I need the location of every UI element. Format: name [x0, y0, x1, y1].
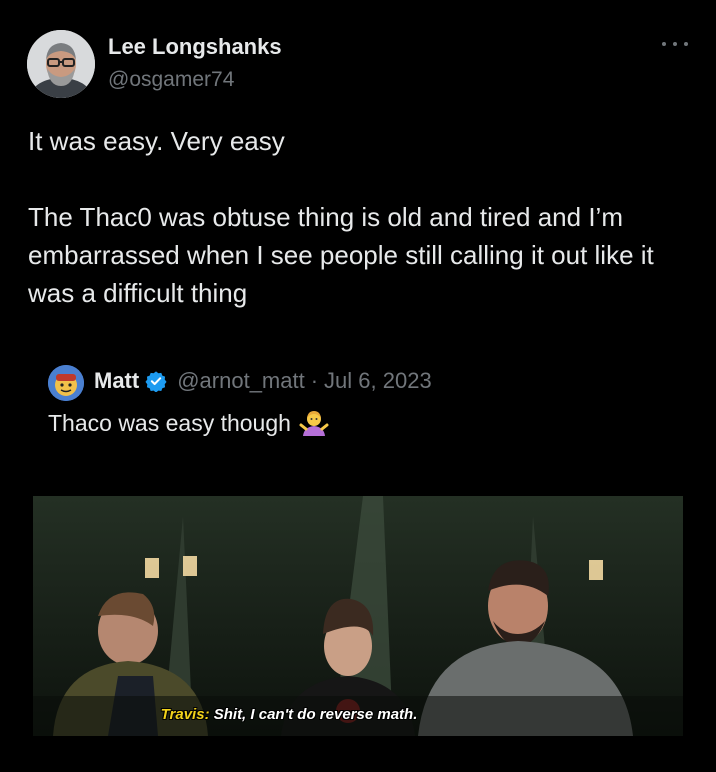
video-still-image — [33, 496, 683, 736]
author-avatar[interactable] — [27, 30, 95, 98]
quoted-author-avatar[interactable] — [48, 365, 84, 401]
quoted-date[interactable]: Jul 6, 2023 — [324, 368, 432, 393]
video-subtitle: Travis: Shit, I can't do reverse math. — [33, 706, 545, 723]
quoted-body: Thaco was easy though — [48, 408, 329, 438]
quoted-meta: @arnot_matt · Jul 6, 2023 — [177, 368, 431, 394]
author-display-name[interactable]: Lee Longshanks — [108, 34, 282, 60]
tweet-card: Lee Longshanks @osgamer74 It was easy. V… — [0, 0, 716, 772]
user-avatar-icon — [27, 30, 95, 98]
person-shrugging-icon — [299, 411, 329, 436]
more-options-icon[interactable] — [662, 38, 688, 50]
quoted-display-name[interactable]: Matt — [94, 368, 139, 394]
tweet-line-2: The Thac0 was obtuse thing is old and ti… — [28, 202, 654, 308]
media-image[interactable]: Travis: Shit, I can't do reverse math. — [33, 496, 683, 736]
tweet-body: It was easy. Very easy The Thac0 was obt… — [28, 122, 698, 312]
user-avatar-icon — [48, 365, 84, 401]
author-handle[interactable]: @osgamer74 — [108, 68, 234, 92]
tweet-line-1: It was easy. Very easy — [28, 126, 285, 156]
subtitle-line: Shit, I can't do reverse math. — [209, 706, 418, 723]
subtitle-speaker: Travis: — [160, 706, 210, 723]
quoted-header: Matt @arnot_matt · Jul 6, 2023 — [94, 368, 432, 394]
verified-badge-icon — [145, 371, 167, 392]
quoted-handle[interactable]: @arnot_matt — [177, 368, 305, 393]
meta-separator: · — [310, 368, 319, 393]
quoted-text: Thaco was easy though — [48, 409, 291, 436]
